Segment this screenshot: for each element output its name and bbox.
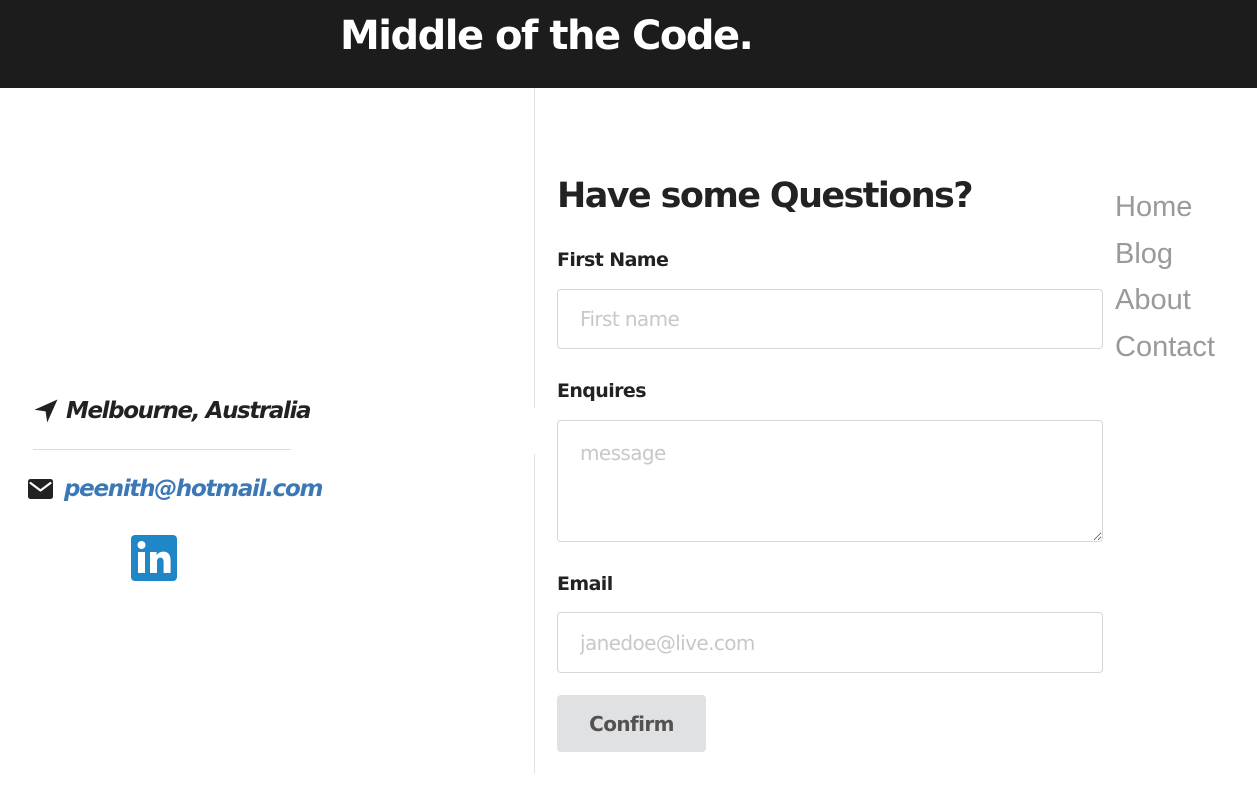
confirm-button[interactable]: Confirm [557,695,706,752]
first-name-input[interactable] [557,289,1103,349]
location-text: Melbourne, Australia [66,398,311,424]
first-name-label: First Name [557,249,669,271]
column-divider-gap [528,408,542,454]
nav-item-home: Home [1115,187,1215,234]
linkedin-icon[interactable] [131,535,177,581]
nav-item-blog: Blog [1115,234,1215,281]
nav-link-about[interactable]: About [1115,284,1191,316]
top-header: Middle of the Code. [0,0,1257,88]
nav-link-contact[interactable]: Contact [1115,331,1215,363]
email-label: Email [557,573,613,595]
location-divider [33,449,291,450]
message-textarea[interactable] [557,420,1103,542]
nav-item-contact: Contact [1115,327,1215,374]
email-link[interactable]: peenith@hotmail.com [64,476,323,502]
enquires-label: Enquires [557,380,647,402]
envelope-icon [28,479,53,499]
nav-list: Home Blog About Contact [1115,187,1215,374]
email-row: peenith@hotmail.com [28,476,323,502]
email-input[interactable] [557,612,1103,673]
contact-page: Middle of the Code. Melbourne, Australia… [0,0,1257,794]
site-title: Middle of the Code. [340,13,754,59]
nav-link-home[interactable]: Home [1115,191,1192,223]
location-row: Melbourne, Australia [33,398,311,424]
nav-item-about: About [1115,280,1215,327]
nav-link-blog[interactable]: Blog [1115,238,1173,270]
form-heading: Have some Questions? [557,176,974,216]
location-arrow-icon [33,398,59,424]
